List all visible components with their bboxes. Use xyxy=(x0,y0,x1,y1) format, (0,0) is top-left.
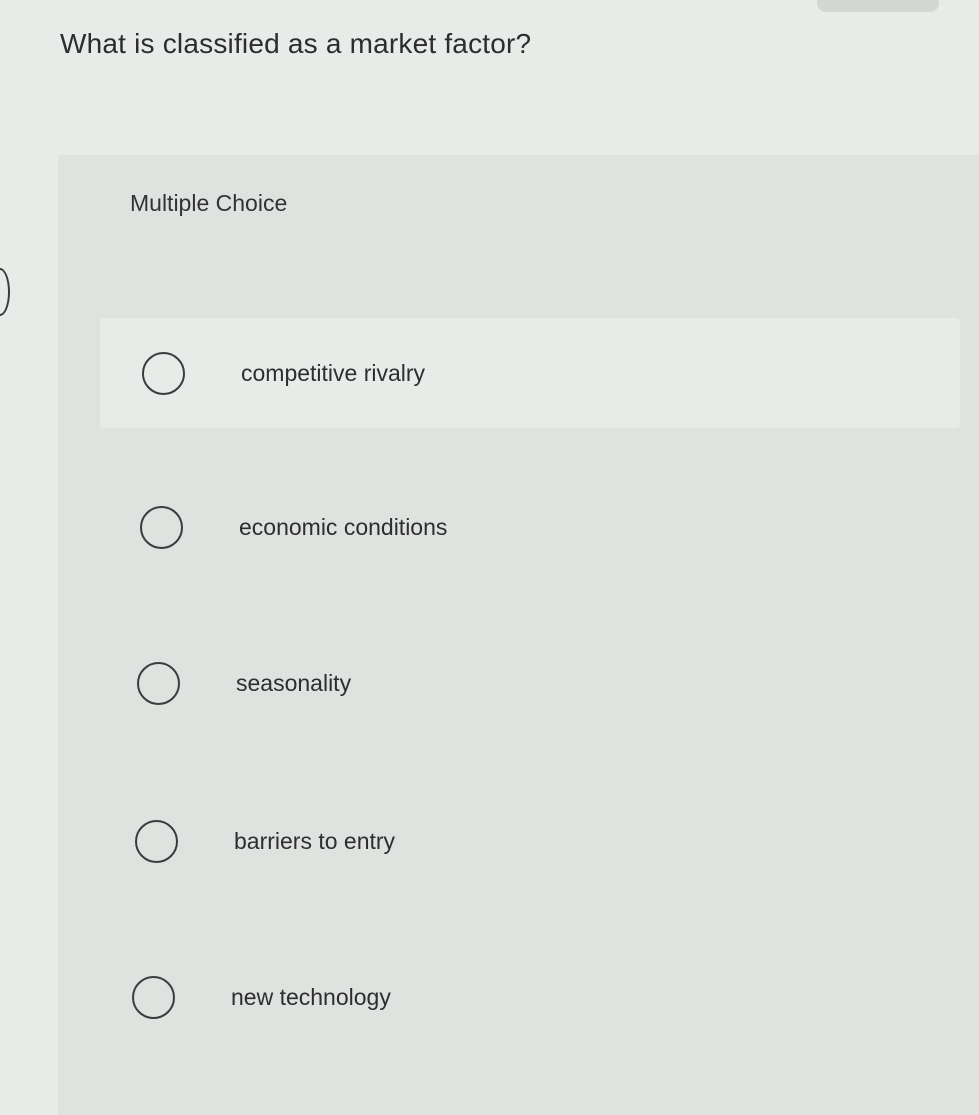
left-edge-bracket xyxy=(0,268,10,316)
option-label: economic conditions xyxy=(239,513,448,540)
option-economic-conditions[interactable]: economic conditions xyxy=(98,472,958,582)
option-barriers-to-entry[interactable]: barriers to entry xyxy=(93,786,953,896)
radio-button[interactable] xyxy=(137,661,180,705)
option-label: new technology xyxy=(231,983,391,1010)
radio-button[interactable] xyxy=(135,819,178,863)
option-competitive-rivalry[interactable]: competitive rivalry xyxy=(100,318,960,428)
option-new-technology[interactable]: new technology xyxy=(90,942,950,1052)
top-tab-decoration xyxy=(817,0,939,12)
radio-button[interactable] xyxy=(132,975,175,1019)
option-seasonality[interactable]: seasonality xyxy=(95,628,955,738)
radio-button[interactable] xyxy=(142,351,185,395)
option-label: competitive rivalry xyxy=(241,359,426,386)
option-label: seasonality xyxy=(236,669,352,696)
radio-button[interactable] xyxy=(140,505,183,549)
option-label: barriers to entry xyxy=(234,827,396,854)
question-text: What is classified as a market factor? xyxy=(60,28,532,59)
question-type-label: Multiple Choice xyxy=(130,190,288,216)
